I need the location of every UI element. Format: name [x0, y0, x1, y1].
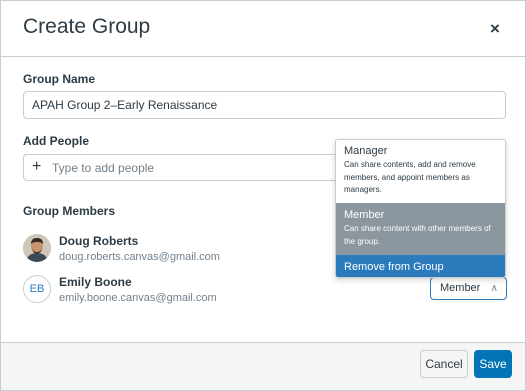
cancel-button[interactable]: Cancel [420, 350, 468, 378]
group-members-label: Group Members [23, 204, 116, 218]
role-select-value: Member [440, 282, 481, 294]
user-photo-icon [23, 234, 51, 262]
role-option-remove-from-group[interactable]: Remove from Group [336, 255, 505, 277]
save-button[interactable]: Save [474, 350, 512, 378]
create-group-dialog: Create Group × Group Name APAH Group 2–E… [0, 0, 526, 391]
role-option-description: Can share content with other members of … [344, 224, 491, 246]
role-menu: Manager Can share contents, add and remo… [335, 139, 506, 278]
avatar [23, 234, 51, 262]
plus-icon: + [32, 158, 42, 175]
role-option-member[interactable]: Member Can share content with other memb… [336, 203, 505, 255]
group-name-label: Group Name [23, 72, 96, 86]
member-name: Emily Boone [59, 275, 132, 289]
avatar: EB [23, 275, 51, 303]
member-name: Doug Roberts [59, 234, 139, 248]
add-people-label: Add People [23, 134, 90, 148]
close-icon[interactable]: × [485, 19, 505, 39]
role-select[interactable]: Member ∧ [430, 277, 507, 300]
member-email: emily.boone.canvas@gmail.com [59, 292, 217, 304]
add-people-placeholder: Type to add people [52, 161, 155, 175]
dialog-title: Create Group [23, 15, 151, 38]
role-option-description: Can share contents, add and remove membe… [344, 160, 476, 194]
member-email: doug.roberts.canvas@gmail.com [59, 251, 220, 263]
role-option-manager[interactable]: Manager Can share contents, add and remo… [336, 140, 505, 203]
dialog-header: Create Group × [1, 1, 525, 57]
group-name-input[interactable]: APAH Group 2–Early Renaissance [23, 91, 506, 119]
role-option-title: Manager [344, 145, 388, 157]
chevron-up-icon: ∧ [490, 283, 498, 294]
role-option-title: Member [344, 209, 385, 221]
